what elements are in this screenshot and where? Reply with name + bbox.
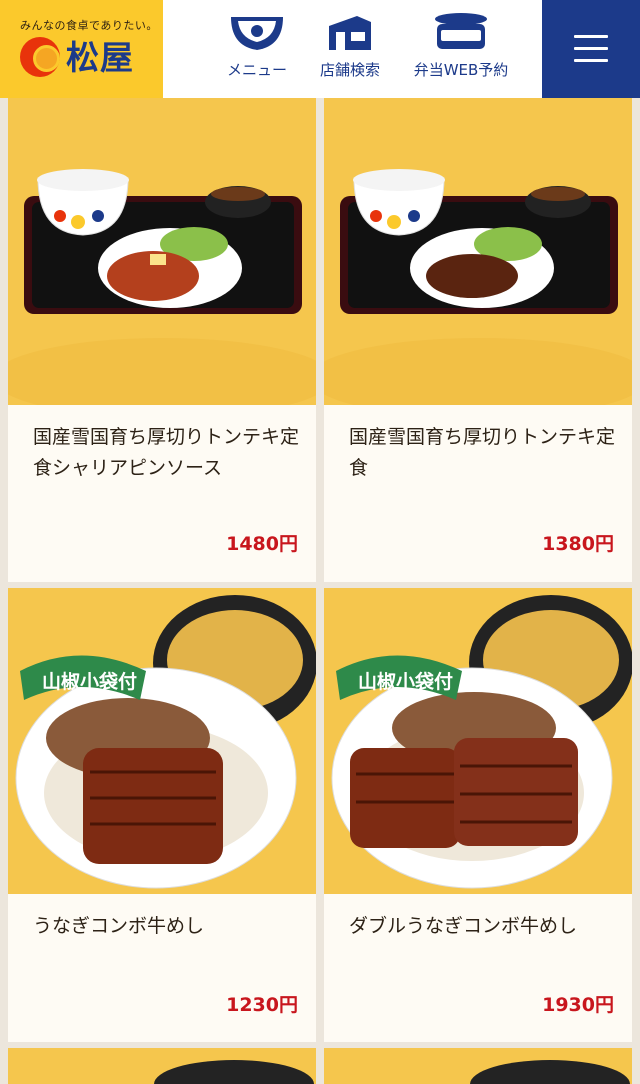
menu-item-photo [324,1048,632,1084]
brand-logo[interactable]: みんなの食卓でありたい。 松屋 [0,0,163,98]
menu-item-photo [324,98,632,405]
hamburger-icon-bar [574,59,608,62]
menu-card[interactable]: 国産雪国育ち厚切りトンテキ定食シャリアピンソース 1480円 [8,98,316,582]
menu-item-price: 1930円 [542,994,614,1016]
menu-item-name: 国産雪国育ち厚切りトンテキ定食シャリアピンソース [33,426,300,479]
nav-menu-label: メニュー [226,61,287,79]
menu-item-photo [324,588,632,894]
menu-item-photo [8,588,316,894]
hamburger-icon-bar [574,35,608,38]
menu-card[interactable] [324,1048,632,1084]
hamburger-menu-button[interactable] [542,0,640,98]
menu-card[interactable]: 山椒小袋付 うなぎコンボ牛めし 1230円 [8,588,316,1042]
hamburger-icon-bar [574,47,608,50]
menu-item-name: ダブルうなぎコンボ牛めし [349,915,578,937]
menu-item-name: 国産雪国育ち厚切りトンテキ定食 [349,426,616,479]
menu-card[interactable]: 国産雪国育ち厚切りトンテキ定食 1380円 [324,98,632,582]
sansho-badge: 山椒小袋付 [358,671,454,693]
bento-box-icon [435,13,487,49]
site-header: みんなの食卓でありたい。 松屋 メニュー 店舗検索 弁当WEB予約 [0,0,640,98]
nav-bento-reservation[interactable]: 弁当WEB予約 [400,0,522,98]
store-icon [329,16,371,50]
menu-item-photo [8,1048,316,1084]
logo-mark-icon [20,37,60,77]
sansho-badge: 山椒小袋付 [42,671,138,693]
menu-item-name: うなぎコンボ牛めし [33,915,205,937]
menu-item-price: 1380円 [542,533,614,555]
nav-menu[interactable]: メニュー [213,0,301,98]
menu-card[interactable] [8,1048,316,1084]
bowl-icon [231,17,283,50]
menu-card[interactable]: 山椒小袋付 ダブルうなぎコンボ牛めし 1930円 [324,588,632,1042]
nav-store-label: 店舗検索 [319,61,380,79]
nav-bento-label: 弁当WEB予約 [413,61,509,79]
brand-name: 松屋 [66,38,134,77]
menu-item-photo [8,98,316,405]
nav-store-search[interactable]: 店舗検索 [306,0,394,98]
menu-item-price: 1230円 [226,994,298,1016]
menu-item-price: 1480円 [226,533,298,555]
